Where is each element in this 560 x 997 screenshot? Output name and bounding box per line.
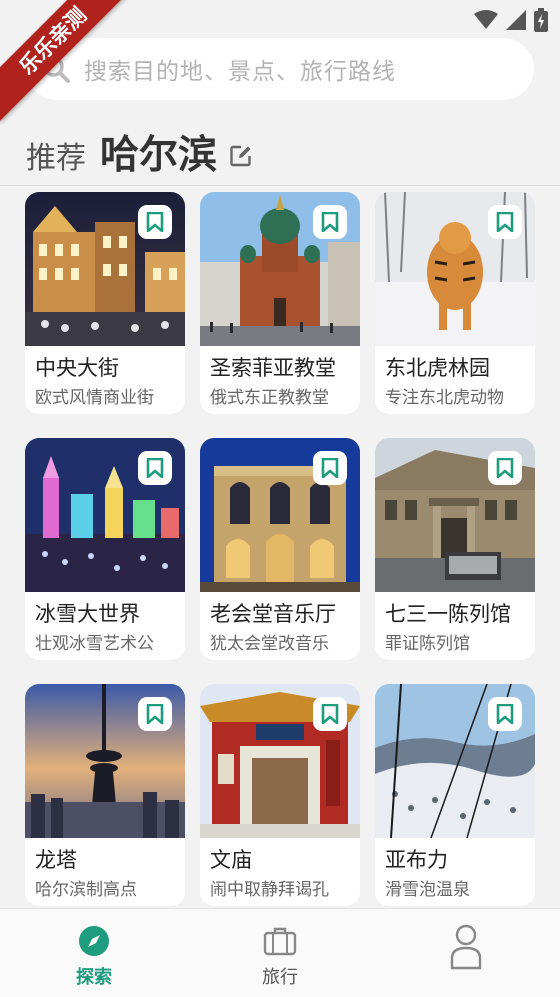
signal-icon xyxy=(506,10,526,30)
nav-tab-profile[interactable] xyxy=(406,909,526,997)
place-title: 亚布力 xyxy=(385,848,448,872)
place-title: 中央大街 xyxy=(35,356,119,380)
bookmark-icon[interactable] xyxy=(313,697,347,731)
recommend-label: 推荐 xyxy=(26,141,86,176)
place-subtitle: 欧式风情商业街 xyxy=(35,388,154,408)
battery-charging-icon xyxy=(534,8,548,32)
bookmark-icon[interactable] xyxy=(488,205,522,239)
nav-tab-trip[interactable]: 旅行 xyxy=(220,909,340,997)
nav-label: 探索 xyxy=(76,967,112,988)
places-grid: 中央大街 欧式风情商业街 圣索菲亚教堂 俄式东正教教堂 东北虎林园 专注东北虎动… xyxy=(25,192,535,908)
test-badge-ribbon: 乐乐亲测 xyxy=(0,0,130,130)
place-card-old-synagogue[interactable]: 老会堂音乐厅 犹太会堂改音乐 xyxy=(200,438,360,660)
search-input[interactable]: 搜索目的地、景点、旅行路线 xyxy=(84,52,396,86)
bookmark-icon[interactable] xyxy=(138,697,172,731)
divider xyxy=(0,185,560,186)
edit-city-icon[interactable] xyxy=(229,144,253,172)
place-subtitle: 犹太会堂改音乐 xyxy=(210,634,329,654)
place-card-unit-731-museum[interactable]: 七三一陈列馆 罪证陈列馆 xyxy=(375,438,535,660)
bookmark-icon[interactable] xyxy=(138,205,172,239)
nav-tab-explore[interactable]: 探索 xyxy=(34,909,154,997)
recommend-heading: 推荐 哈尔滨 xyxy=(26,124,253,184)
place-card-ice-snow-world[interactable]: 冰雪大世界 壮观冰雪艺术公 xyxy=(25,438,185,660)
bookmark-icon[interactable] xyxy=(313,205,347,239)
compass-icon xyxy=(78,925,110,957)
place-title: 老会堂音乐厅 xyxy=(210,602,336,626)
bookmark-icon[interactable] xyxy=(488,697,522,731)
profile-icon xyxy=(449,923,483,973)
bookmark-icon[interactable] xyxy=(138,451,172,485)
bottom-nav: 探索 旅行 xyxy=(0,908,560,997)
place-subtitle: 壮观冰雪艺术公 xyxy=(35,634,154,654)
place-subtitle: 俄式东正教教堂 xyxy=(210,388,329,408)
test-badge-text: 乐乐亲测 xyxy=(0,0,130,122)
wifi-icon xyxy=(474,10,498,29)
place-subtitle: 罪证陈列馆 xyxy=(385,634,470,654)
place-title: 东北虎林园 xyxy=(385,356,490,380)
suitcase-icon xyxy=(263,925,297,957)
status-icons xyxy=(474,8,548,32)
place-card-tiger-park[interactable]: 东北虎林园 专注东北虎动物 xyxy=(375,192,535,414)
place-card-yabuli[interactable]: 亚布力 滑雪泡温泉 xyxy=(375,684,535,906)
place-title: 圣索菲亚教堂 xyxy=(210,356,336,380)
city-name[interactable]: 哈尔滨 xyxy=(100,124,217,180)
place-title: 文庙 xyxy=(210,848,252,872)
bookmark-icon[interactable] xyxy=(313,451,347,485)
place-title: 冰雪大世界 xyxy=(35,602,140,626)
place-card-confucius-temple[interactable]: 文庙 闹中取静拜谒孔 xyxy=(200,684,360,906)
place-subtitle: 专注东北虎动物 xyxy=(385,388,504,408)
bookmark-icon[interactable] xyxy=(488,451,522,485)
place-subtitle: 滑雪泡温泉 xyxy=(385,880,470,900)
place-title: 七三一陈列馆 xyxy=(385,602,511,626)
place-card-st-sophia[interactable]: 圣索菲亚教堂 俄式东正教教堂 xyxy=(200,192,360,414)
place-subtitle: 哈尔滨制高点 xyxy=(35,880,137,900)
place-card-zhongyang-street[interactable]: 中央大街 欧式风情商业街 xyxy=(25,192,185,414)
place-title: 龙塔 xyxy=(35,848,77,872)
place-card-dragon-tower[interactable]: 龙塔 哈尔滨制高点 xyxy=(25,684,185,906)
place-subtitle: 闹中取静拜谒孔 xyxy=(210,880,329,900)
nav-label: 旅行 xyxy=(262,967,298,988)
